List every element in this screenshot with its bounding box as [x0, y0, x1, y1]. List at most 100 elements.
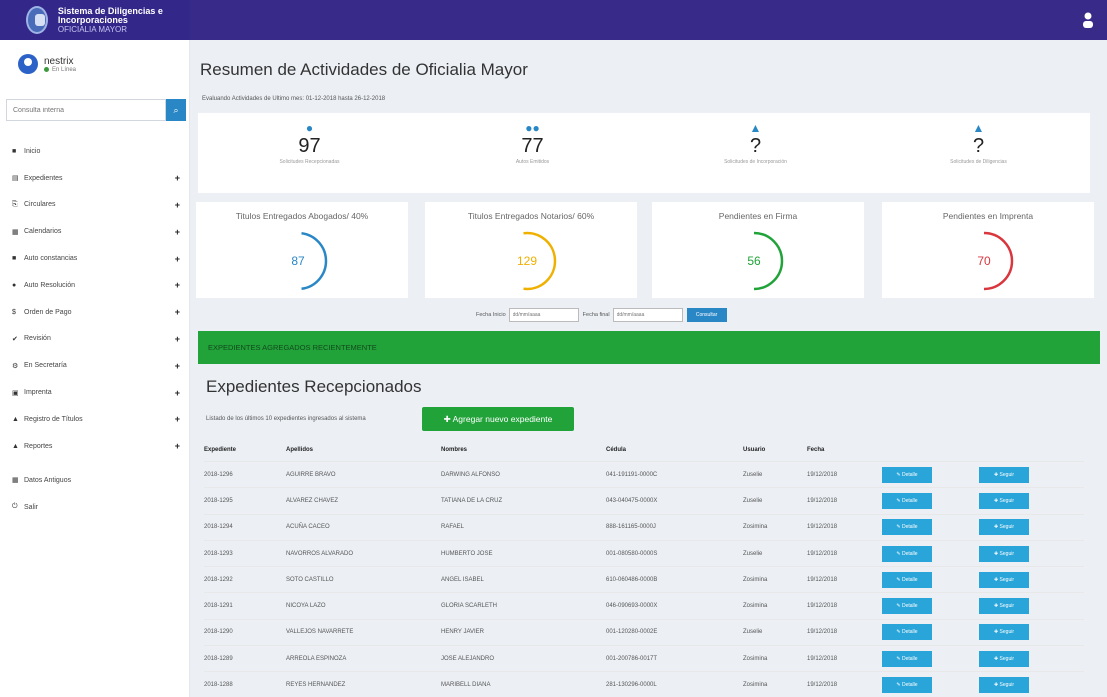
table-cell: HENRY JAVIER: [441, 629, 485, 636]
gauge-card: Titulos Entregados Notarios/ 60% 129: [425, 202, 637, 298]
table-row: 2018-1292 SOTO CASTILLO ANGEL ISABEL 610-06…: [204, 566, 1084, 592]
follow-cell: ✚ Seguir: [979, 545, 1079, 562]
follow-button[interactable]: ✚ Seguir: [979, 545, 1029, 562]
stat-value: ?: [972, 135, 985, 157]
table-cell: Zosimina: [743, 682, 768, 689]
table-cell: 2018-1292: [204, 576, 233, 583]
sidebar-item-salir[interactable]: ⏻ Salir: [12, 494, 188, 521]
search-input[interactable]: [6, 99, 166, 121]
sidebar-item-datos-antiguos[interactable]: ▦ Datos Antiguos: [12, 467, 188, 494]
sidebar-item-label: Imprenta: [24, 389, 52, 397]
gavel-icon: ●: [12, 281, 17, 289]
table-cell: 610-060486-0000B: [606, 576, 658, 583]
expand-plus-icon[interactable]: +: [175, 414, 180, 424]
sidebar-item-label: Orden de Pago: [24, 308, 72, 316]
table-cell: TATIANA DE LA CRUZ: [441, 497, 503, 504]
table-cell: Zosimina: [743, 603, 768, 610]
end-date-input[interactable]: [612, 308, 683, 322]
column-header: Usuario: [743, 447, 766, 453]
main-content: Resumen de Actividades de Oficialia Mayo…: [196, 40, 1107, 697]
top-navbar: Sistema de Diligencias e Incorporaciones…: [0, 0, 1107, 40]
sidebar-item-inicio[interactable]: ■ Inicio: [12, 138, 188, 165]
user-status: En Línea: [44, 67, 76, 73]
follow-button[interactable]: ✚ Seguir: [979, 492, 1029, 509]
follow-button[interactable]: ✚ Seguir: [979, 624, 1029, 641]
gauge-card: Pendientes en Imprenta 70: [882, 202, 1094, 298]
graduation-icon: ▲: [749, 121, 762, 135]
table-cell: 046-090693-0000X: [606, 603, 658, 610]
expand-plus-icon[interactable]: +: [175, 227, 180, 237]
expand-plus-icon[interactable]: +: [175, 307, 180, 317]
detail-button[interactable]: ✎ Detalle: [882, 598, 932, 615]
expand-plus-icon[interactable]: +: [175, 200, 180, 210]
follow-button[interactable]: ✚ Seguir: [979, 677, 1029, 694]
gauge-chart: 87: [291, 231, 328, 291]
stat-card: ▲? Solicitudes de Incorporación: [644, 113, 867, 193]
table-cell: 19/12/2018: [807, 576, 838, 583]
consult-button[interactable]: Consultar: [686, 308, 727, 322]
brand-logo-area[interactable]: Sistema de Diligencias e Incorporaciones…: [0, 0, 190, 40]
detail-button[interactable]: ✎ Detalle: [882, 492, 932, 509]
stat-value: 77: [521, 135, 544, 157]
sidebar-item-expedientes[interactable]: ▤ Expedientes +: [12, 165, 188, 192]
start-date-input[interactable]: [508, 308, 579, 322]
follow-button[interactable]: ✚ Seguir: [979, 519, 1029, 536]
add-file-button[interactable]: ✚ Agregar nuevo expediente: [422, 407, 574, 431]
detail-button[interactable]: ✎ Detalle: [882, 677, 932, 694]
detail-button[interactable]: ✎ Detalle: [882, 650, 932, 667]
expand-plus-icon[interactable]: +: [175, 254, 180, 264]
table-cell: JOSE ALEJANDRO: [441, 655, 495, 662]
user-icon: ●: [305, 121, 314, 135]
user-menu-icon[interactable]: [1081, 11, 1095, 29]
sidebar-item-calendarios[interactable]: ▦ Calendarios +: [12, 218, 188, 245]
expand-plus-icon[interactable]: +: [175, 173, 180, 183]
sidebar-item-label: En Secretaría: [24, 362, 67, 370]
sidebar-item-label: Revisión: [24, 335, 51, 343]
follow-button[interactable]: ✚ Seguir: [979, 571, 1029, 588]
detail-button[interactable]: ✎ Detalle: [882, 624, 932, 641]
table-cell: 2018-1294: [204, 524, 233, 531]
sidebar-item-auto-constancias[interactable]: ■ Auto constancias +: [12, 245, 188, 272]
sidebar-item-revisi-n[interactable]: ✔ Revisión +: [12, 326, 188, 353]
gauge-value: 87: [291, 254, 305, 268]
gauge-title: Pendientes en Imprenta: [942, 211, 1034, 221]
stat-label: Autos Emitidos: [515, 159, 550, 165]
sidebar-item-label: Reportes: [24, 442, 53, 450]
table-cell: Zuselie: [743, 471, 763, 478]
follow-cell: ✚ Seguir: [979, 466, 1079, 483]
follow-button[interactable]: ✚ Seguir: [979, 466, 1029, 483]
sidebar-item-registro-de-t-tulos[interactable]: ▲ Registro de Títulos +: [12, 406, 188, 433]
expand-plus-icon[interactable]: +: [175, 280, 180, 290]
expand-plus-icon[interactable]: +: [175, 441, 180, 451]
sidebar-item-label: Datos Antiguos: [24, 476, 72, 484]
sidebar-item-circulares[interactable]: ⎘ Circulares +: [12, 192, 188, 219]
follow-cell: ✚ Seguir: [979, 677, 1079, 694]
sidebar-item-en-secretar-a[interactable]: ⚙ En Secretaría +: [12, 352, 188, 379]
gauge-value: 56: [747, 254, 761, 268]
table-cell: Zosimina: [743, 524, 768, 531]
sidebar-item-label: Circulares: [24, 201, 56, 209]
sidebar-item-reportes[interactable]: ▲ Reportes +: [12, 433, 188, 460]
detail-cell: ✎ Detalle: [882, 624, 979, 641]
sidebar-item-auto-resoluci-n[interactable]: ● Auto Resolución +: [12, 272, 188, 299]
detail-button[interactable]: ✎ Detalle: [882, 545, 932, 562]
search-button[interactable]: ⌕: [166, 99, 186, 121]
detail-button[interactable]: ✎ Detalle: [882, 571, 932, 588]
expand-plus-icon[interactable]: +: [175, 388, 180, 398]
follow-cell: ✚ Seguir: [979, 519, 1079, 536]
detail-button[interactable]: ✎ Detalle: [882, 519, 932, 536]
detail-button[interactable]: ✎ Detalle: [882, 466, 932, 483]
expand-plus-icon[interactable]: +: [175, 361, 180, 371]
table-cell: 001-200786-0017T: [606, 655, 658, 662]
table-row: 2018-1288 REYES HERNANDEZ MARIBELL DIANA 28…: [204, 671, 1084, 697]
follow-button[interactable]: ✚ Seguir: [979, 650, 1029, 667]
page-title: Resumen de Actividades de Oficialia Mayo…: [200, 60, 528, 79]
column-header: Expediente: [204, 447, 237, 453]
sidebar-item-orden-de-pago[interactable]: $ Orden de Pago +: [12, 299, 188, 326]
sidebar-item-imprenta[interactable]: ▣ Imprenta +: [12, 379, 188, 406]
follow-button[interactable]: ✚ Seguir: [979, 598, 1029, 615]
files-table: Expediente Apellidos Nombres Cédula Usuario F…: [204, 439, 1084, 697]
user-panel: nestrix En Línea: [18, 54, 76, 74]
table-cell: 001-080580-0000S: [606, 550, 658, 557]
expand-plus-icon[interactable]: +: [175, 334, 180, 344]
